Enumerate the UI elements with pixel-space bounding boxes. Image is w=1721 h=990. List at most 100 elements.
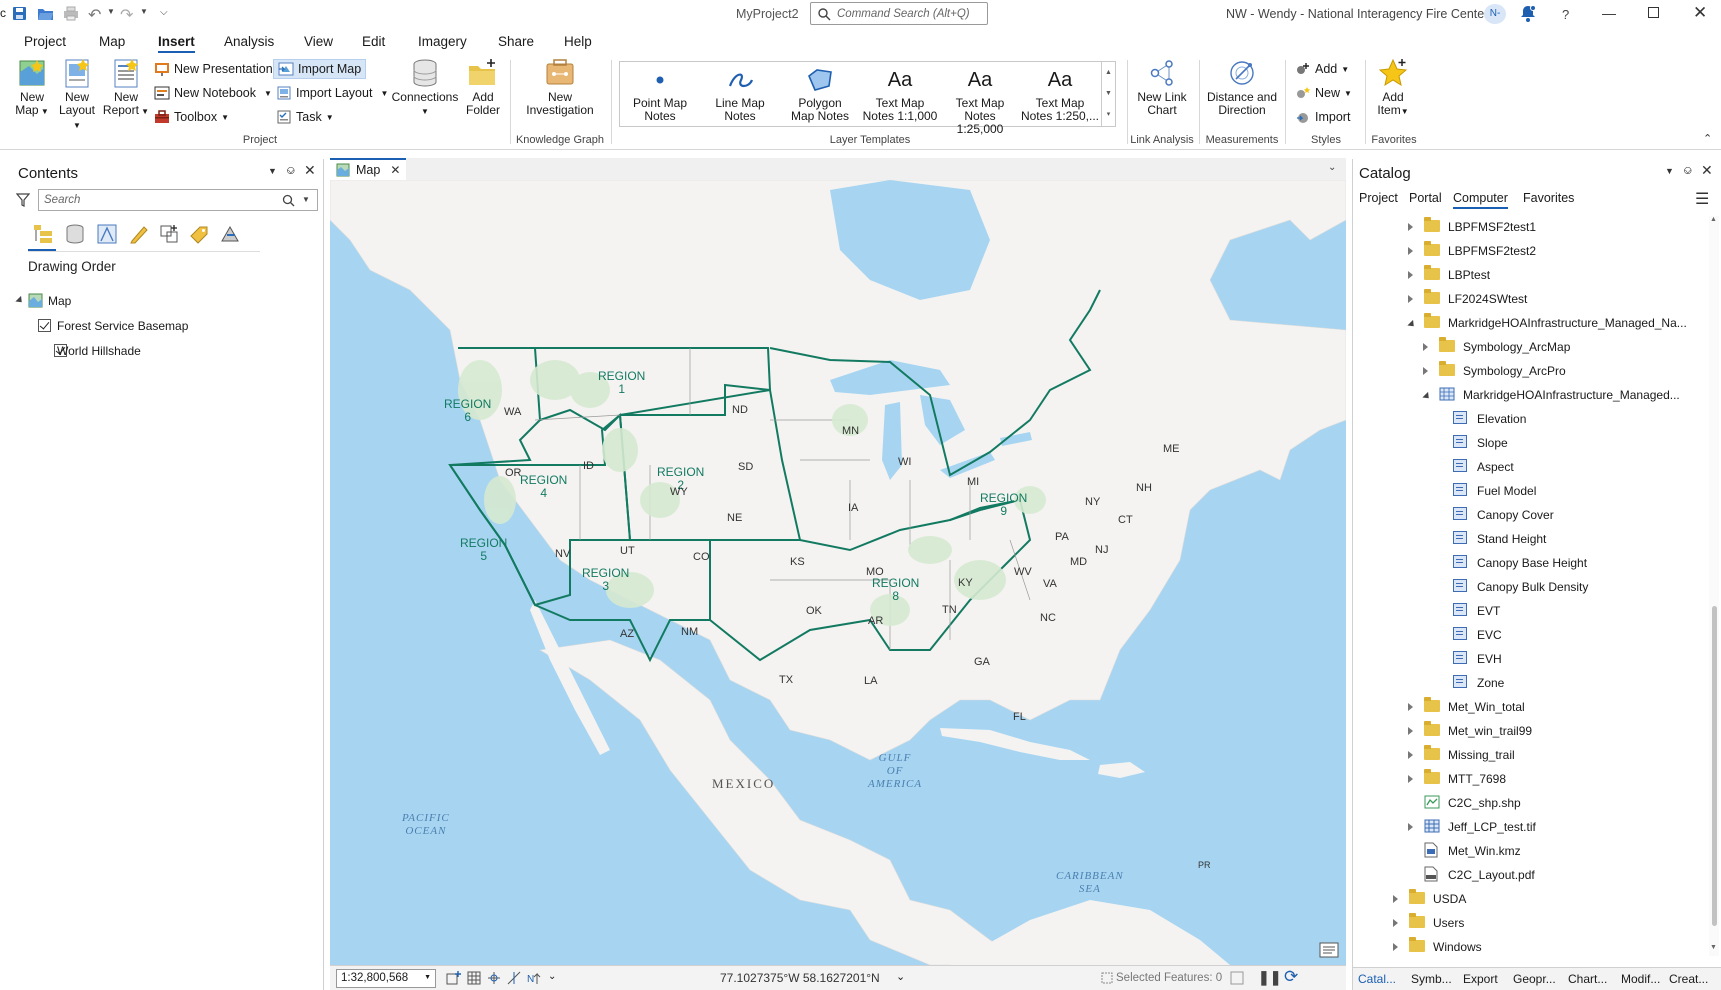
expand-icon[interactable] bbox=[1393, 916, 1405, 930]
new-map-button[interactable]: New Map ▼ bbox=[10, 58, 54, 118]
print-icon[interactable] bbox=[63, 6, 79, 24]
bottom-tab-chart[interactable]: Chart... bbox=[1568, 972, 1607, 986]
refresh-button[interactable]: ⟳ bbox=[1284, 967, 1298, 987]
catalog-item[interactable]: Windows bbox=[1393, 936, 1482, 956]
clear-selection-icon[interactable] bbox=[1230, 971, 1244, 985]
tab-analysis[interactable]: Analysis bbox=[224, 34, 274, 49]
catalog-scrollbar[interactable]: ▲ ▼ bbox=[1709, 216, 1719, 956]
catalog-item[interactable]: Fuel Model bbox=[1437, 480, 1536, 502]
close-pane-icon[interactable]: ✕ bbox=[1701, 162, 1713, 179]
expand-icon[interactable] bbox=[1423, 364, 1435, 378]
template-text-250000[interactable]: Aa Text Map Notes 1:250,... bbox=[1020, 66, 1100, 123]
new-style-button[interactable]: New ▼ bbox=[1295, 86, 1352, 100]
template-line-map-notes[interactable]: Line Map Notes bbox=[700, 66, 780, 123]
tab-insert[interactable]: Insert bbox=[158, 34, 195, 53]
redo-dropdown-icon[interactable]: ▼ bbox=[140, 7, 148, 16]
import-map-button[interactable]: Import Map bbox=[273, 59, 367, 79]
expand-icon[interactable] bbox=[1408, 700, 1420, 714]
data-source-icon[interactable] bbox=[64, 223, 86, 245]
labeling-view-icon[interactable] bbox=[188, 223, 210, 245]
new-link-chart-button[interactable]: New Link Chart bbox=[1130, 58, 1194, 117]
distance-direction-button[interactable]: Distance and Direction bbox=[1202, 58, 1282, 117]
scale-selector[interactable]: 1:32,800,568 ▼ bbox=[336, 969, 436, 988]
template-point-map-notes[interactable]: Point Map Notes bbox=[620, 66, 700, 123]
layer-name[interactable]: World Hillshade bbox=[57, 344, 141, 358]
coordinate-format-dropdown-icon[interactable]: ⌄ bbox=[896, 970, 905, 983]
map-canvas[interactable]: REGION 1 REGION 2 REGION 3 REGION 4 REGION 5 … bbox=[330, 180, 1346, 965]
bottom-tab-catalog[interactable]: Catal... bbox=[1358, 972, 1396, 986]
pin-icon[interactable]: ⎉ bbox=[286, 163, 296, 178]
tab-view[interactable]: View bbox=[304, 34, 333, 49]
editing-view-icon[interactable] bbox=[128, 223, 150, 245]
nav-tools-icon[interactable] bbox=[446, 970, 462, 986]
template-text-1000[interactable]: Aa Text Map Notes 1:1,000 bbox=[860, 66, 940, 123]
constraints-icon[interactable] bbox=[506, 970, 522, 986]
minimize-button[interactable]: — bbox=[1602, 5, 1616, 21]
user-info[interactable]: NW - Wendy - National Interagency Fire C… bbox=[1226, 7, 1488, 21]
bottom-tab-modify[interactable]: Modif... bbox=[1621, 972, 1660, 986]
open-project-icon[interactable] bbox=[37, 6, 54, 24]
catalog-item[interactable]: LBPtest bbox=[1408, 264, 1490, 286]
expand-icon[interactable] bbox=[1408, 244, 1420, 258]
catalog-item[interactable]: Met_win_trail99 bbox=[1408, 720, 1532, 742]
tab-share[interactable]: Share bbox=[498, 34, 534, 49]
catalog-item[interactable]: Canopy Bulk Density bbox=[1437, 576, 1588, 598]
expand-icon[interactable] bbox=[1408, 820, 1420, 834]
catalog-item[interactable]: MarkridgeHOAInfrastructure_Managed... bbox=[1422, 384, 1680, 406]
new-report-button[interactable]: New Report ▼ bbox=[102, 58, 150, 118]
bottom-tab-symbology[interactable]: Symb... bbox=[1411, 972, 1452, 986]
pause-drawing-button[interactable]: ❚❚ bbox=[1258, 969, 1281, 986]
customize-qat-icon[interactable]: ⌵ bbox=[160, 7, 168, 18]
catalog-item[interactable]: Stand Height bbox=[1437, 528, 1546, 550]
catalog-item[interactable]: Met_Win_total bbox=[1408, 696, 1525, 718]
grid-icon[interactable] bbox=[466, 970, 482, 986]
layer-visibility-checkbox[interactable] bbox=[38, 319, 51, 332]
expand-icon[interactable] bbox=[1408, 220, 1420, 234]
user-avatar[interactable]: N- bbox=[1484, 4, 1506, 24]
bottom-tab-export[interactable]: Export bbox=[1463, 972, 1498, 986]
catalog-item[interactable]: Elevation bbox=[1437, 408, 1526, 430]
new-investigation-button[interactable]: New Investigation bbox=[520, 58, 600, 117]
catalog-item[interactable]: C2C_shp.shp bbox=[1408, 792, 1521, 814]
catalog-item[interactable]: Symbology_ArcPro bbox=[1423, 360, 1566, 382]
catalog-item[interactable]: LF2024SWtest bbox=[1408, 288, 1527, 310]
catalog-tab-computer[interactable]: Computer bbox=[1453, 191, 1508, 209]
expand-icon[interactable] bbox=[1423, 340, 1435, 354]
add-folder-button[interactable]: Add Folder bbox=[462, 58, 504, 117]
pane-options-icon[interactable]: ▼ bbox=[1665, 166, 1674, 176]
undo-icon[interactable]: ↶ bbox=[88, 5, 101, 25]
search-options-icon[interactable]: ▼ bbox=[302, 195, 310, 204]
catalog-item[interactable]: MarkridgeHOAInfrastructure_Managed_Na... bbox=[1407, 312, 1687, 334]
catalog-item[interactable]: Canopy Cover bbox=[1437, 504, 1554, 526]
collapse-icon[interactable] bbox=[1422, 388, 1435, 402]
catalog-item[interactable]: MTT_7698 bbox=[1408, 768, 1506, 790]
collapse-icon[interactable] bbox=[1407, 316, 1420, 330]
catalog-item[interactable]: Jeff_LCP_test.tif bbox=[1408, 816, 1536, 838]
command-search-box[interactable]: Command Search (Alt+Q) bbox=[810, 2, 988, 25]
scale-dropdown-icon[interactable]: ▼ bbox=[424, 974, 431, 981]
catalog-item[interactable]: Slope bbox=[1437, 432, 1508, 454]
map-expander-icon[interactable] bbox=[15, 295, 25, 306]
expand-icon[interactable] bbox=[1408, 268, 1420, 282]
expand-icon[interactable] bbox=[1408, 772, 1420, 786]
catalog-item[interactable]: Canopy Base Height bbox=[1437, 552, 1587, 574]
catalog-item[interactable]: Zone bbox=[1437, 672, 1504, 694]
bottom-tab-create[interactable]: Creat... bbox=[1669, 972, 1708, 986]
catalog-item[interactable]: Met_Win.kmz bbox=[1408, 840, 1521, 862]
notifications-icon[interactable] bbox=[1520, 5, 1536, 25]
catalog-menu-icon[interactable]: ☰ bbox=[1695, 189, 1709, 209]
view-options-icon[interactable]: ⌄ bbox=[1328, 162, 1336, 173]
close-pane-icon[interactable]: ✕ bbox=[304, 162, 316, 179]
catalog-tab-project[interactable]: Project bbox=[1359, 191, 1398, 205]
undo-dropdown-icon[interactable]: ▼ bbox=[107, 7, 115, 16]
close-button[interactable]: ✕ bbox=[1693, 3, 1707, 23]
selection-view-icon[interactable] bbox=[96, 223, 118, 245]
catalog-item[interactable]: Aspect bbox=[1437, 456, 1514, 478]
status-tools-dropdown-icon[interactable]: ⌄ bbox=[548, 971, 556, 982]
catalog-item[interactable]: Missing_trail bbox=[1408, 744, 1515, 766]
collapse-ribbon-icon[interactable]: ⌃ bbox=[1703, 132, 1712, 145]
tab-map[interactable]: Map bbox=[99, 34, 125, 49]
tab-project[interactable]: Project bbox=[24, 34, 66, 49]
pane-options-icon[interactable]: ▼ bbox=[268, 166, 277, 176]
close-map-tab-icon[interactable]: ✕ bbox=[390, 163, 400, 177]
